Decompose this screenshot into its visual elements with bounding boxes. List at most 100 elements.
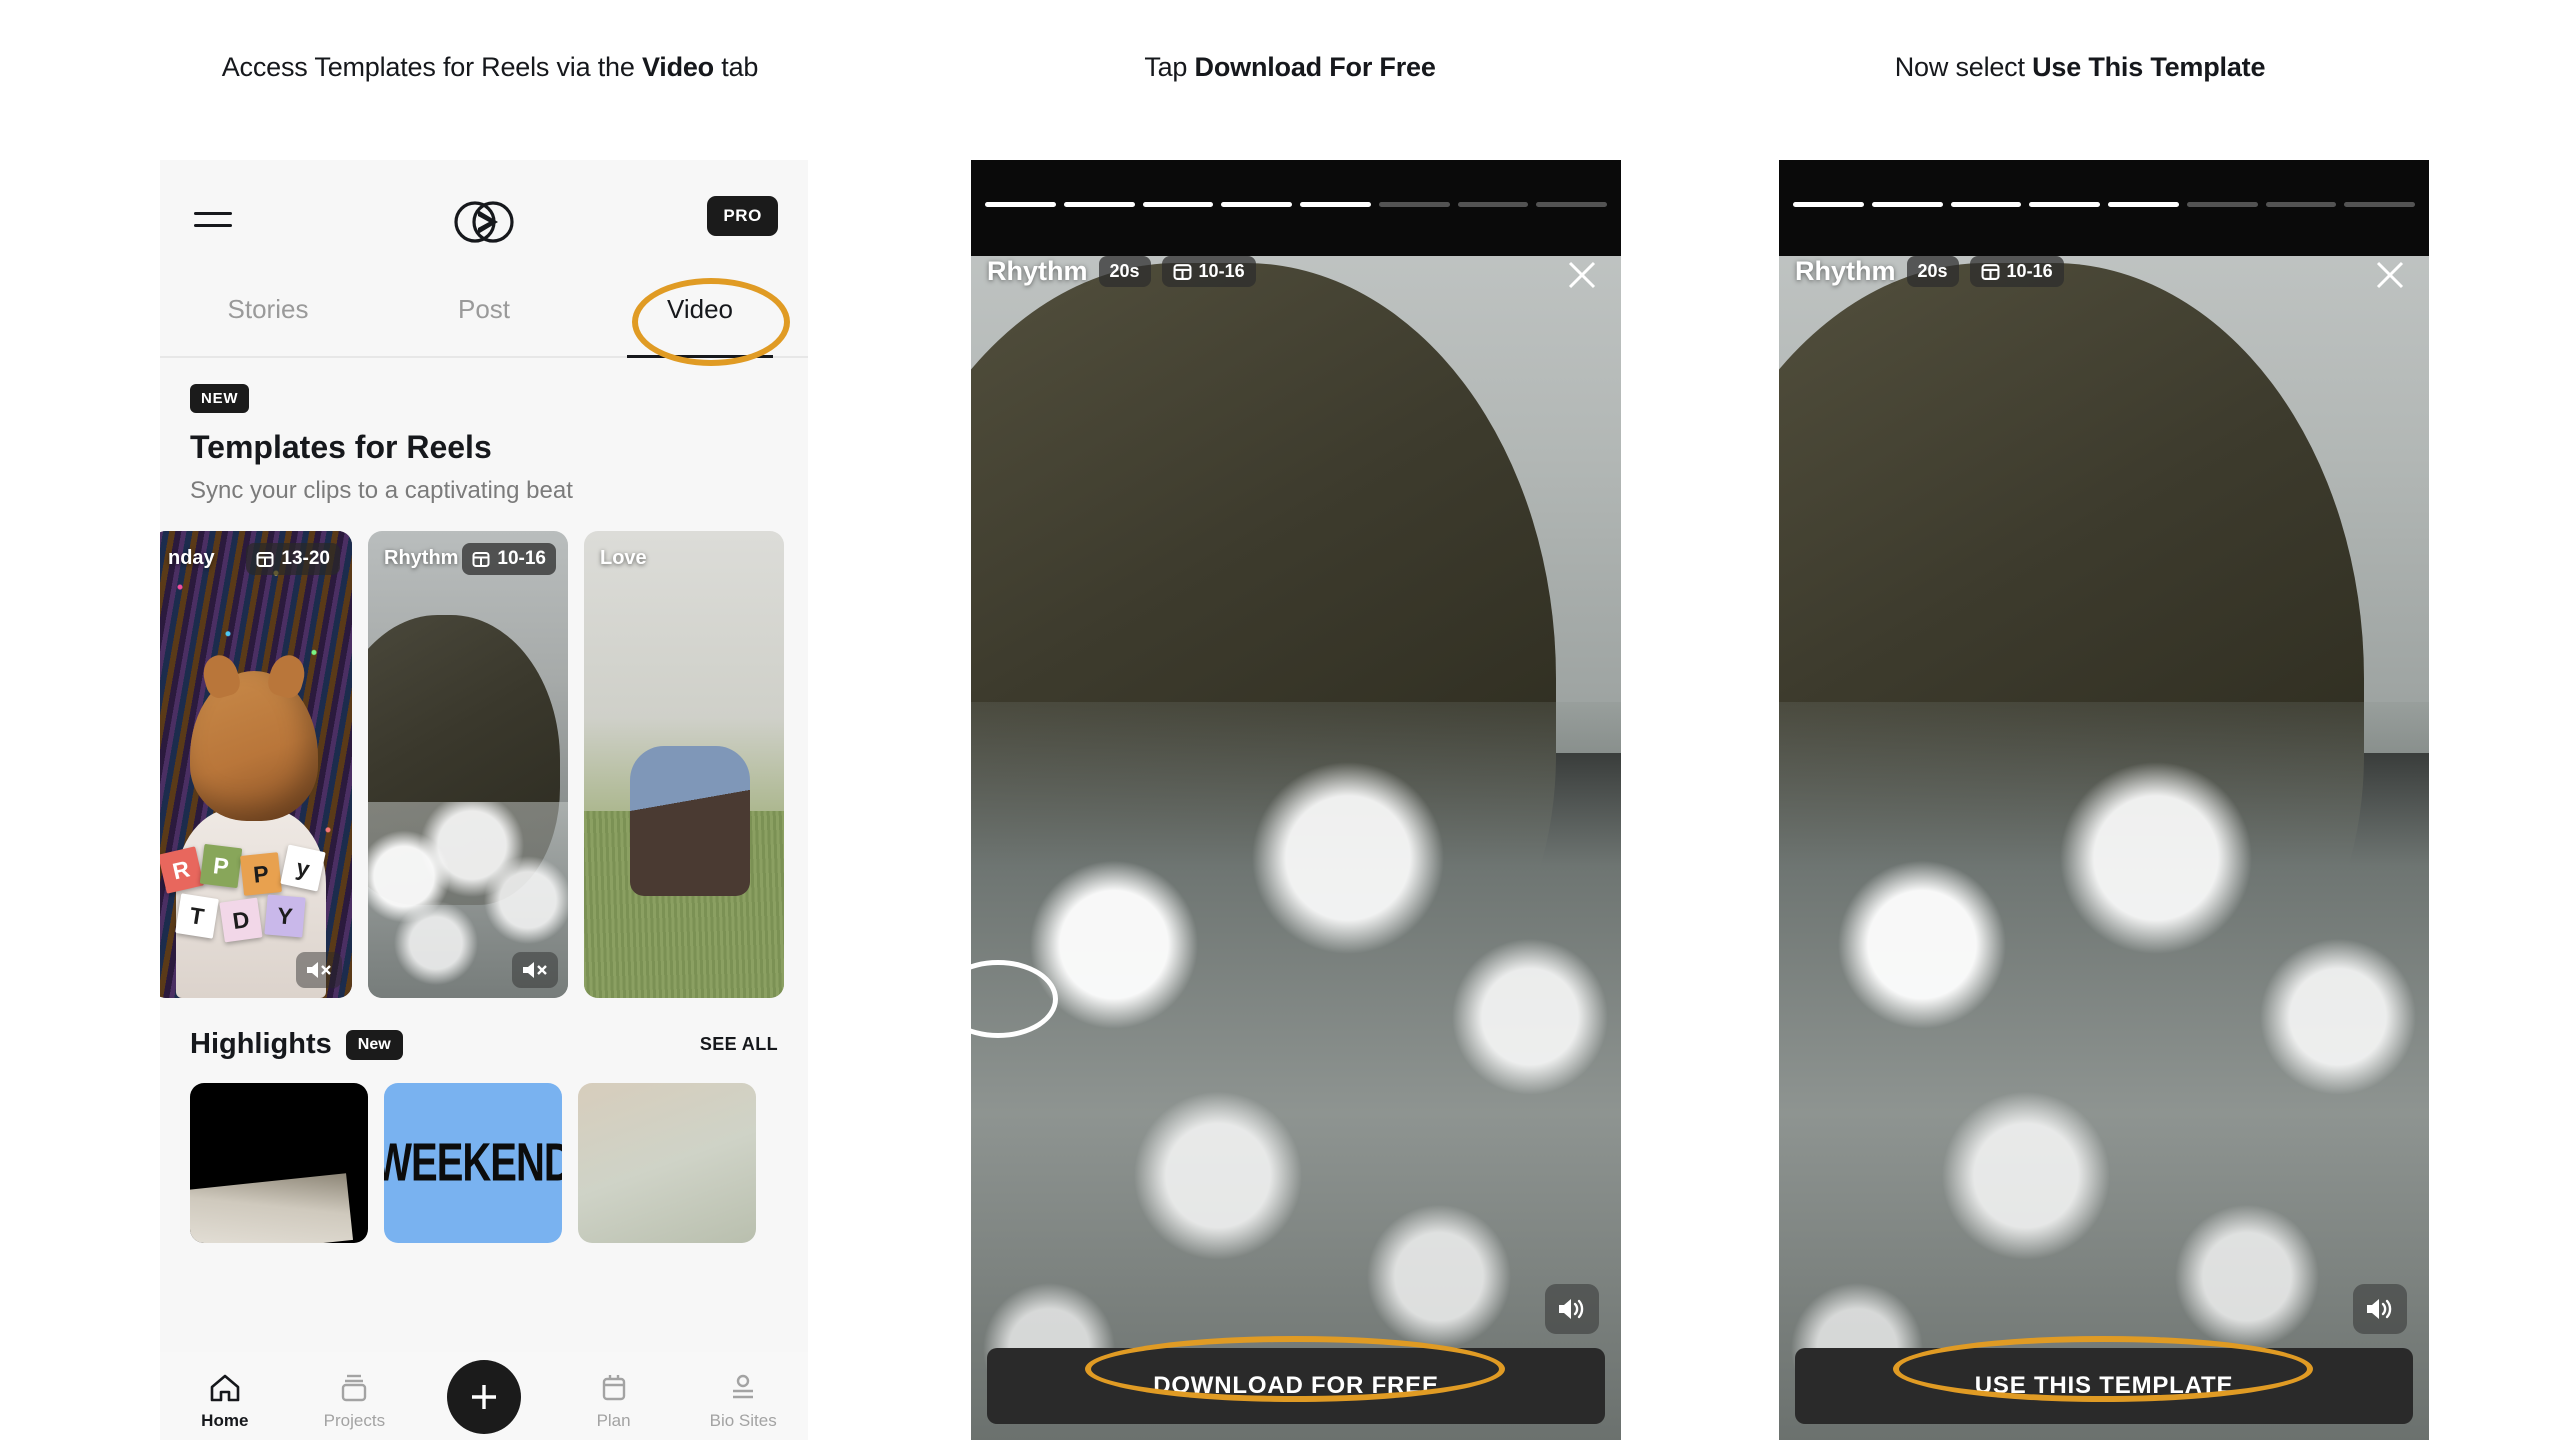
nav-item-create[interactable]	[419, 1360, 549, 1434]
clips-badge: 10-16	[1161, 256, 1256, 287]
volume-on-icon[interactable]	[1545, 1284, 1599, 1334]
caption-bold: Use This Template	[2032, 52, 2266, 82]
caption-text: Now select	[1894, 52, 2033, 82]
template-card-birthday[interactable]: RPPy TDY nday 13-20	[160, 531, 352, 998]
template-clip-count: 13-20	[246, 543, 340, 575]
tab-stories[interactable]: Stories	[160, 286, 376, 356]
app-logo-icon[interactable]	[453, 194, 515, 250]
nav-label: Plan	[596, 1410, 631, 1430]
highlights-title: Highlights	[190, 1028, 332, 1060]
clips-badge: 10-16	[1969, 256, 2064, 287]
template-preview-video[interactable]	[971, 160, 1621, 1440]
template-name: Rhythm	[384, 547, 459, 569]
duration-badge: 20s	[1098, 256, 1151, 287]
nav-item-bio-sites[interactable]: Bio Sites	[678, 1372, 808, 1431]
status-area	[971, 160, 1621, 256]
volume-on-icon[interactable]	[2353, 1284, 2407, 1334]
calendar-icon	[1981, 264, 2000, 280]
calendar-icon	[1173, 264, 1192, 280]
step-2-caption: Tap Download For Free	[980, 52, 1600, 83]
caption-text: Tap	[1144, 52, 1195, 82]
highlights-new-badge: New	[345, 1029, 403, 1060]
count-text: 13-20	[281, 548, 330, 569]
highlight-label: WEEKEND	[384, 1132, 562, 1193]
story-progress-bar	[1779, 202, 2429, 207]
highlights-header: Highlights New SEE ALL	[160, 998, 808, 1061]
nav-item-home[interactable]: Home	[160, 1372, 290, 1431]
calendar-icon	[256, 552, 274, 567]
progress-segment	[2265, 202, 2337, 207]
duration-text: 20s	[1109, 261, 1140, 281]
preview-header: Rhythm 20s 10-16	[1795, 256, 2064, 287]
use-this-template-button[interactable]: USE THIS TEMPLATE	[1795, 1348, 2413, 1424]
duration-text: 20s	[1917, 261, 1948, 281]
panel-template-preview-download: Rhythm 20s 10-16 DOWNLOAD FOR FREE	[971, 160, 1621, 1440]
template-card-love[interactable]: Love	[584, 531, 784, 998]
download-for-free-button[interactable]: DOWNLOAD FOR FREE	[987, 1348, 1605, 1424]
progress-segment	[985, 202, 1056, 207]
caption-text: Access Templates for Reels via the	[221, 52, 642, 82]
projects-icon	[342, 1374, 367, 1401]
calendar-icon	[472, 552, 490, 567]
progress-segment	[1457, 202, 1529, 207]
mute-icon[interactable]	[296, 952, 342, 988]
progress-segment	[2344, 202, 2415, 207]
clips-text: 10-16	[2006, 261, 2053, 281]
template-clip-count: 10-16	[462, 543, 556, 575]
nav-item-projects[interactable]: Projects	[290, 1372, 420, 1431]
step-3-caption: Now select Use This Template	[1600, 52, 2560, 83]
card-artwork	[584, 531, 784, 998]
highlight-card[interactable]	[190, 1083, 368, 1243]
progress-segment	[1142, 202, 1214, 207]
progress-segment	[2029, 202, 2100, 207]
duration-badge: 20s	[1906, 256, 1959, 287]
template-name: nday	[168, 547, 215, 569]
close-icon[interactable]	[1565, 258, 1599, 297]
hamburger-icon[interactable]	[194, 212, 232, 234]
progress-segment	[2186, 202, 2258, 207]
progress-segment	[1378, 202, 1450, 207]
story-progress-bar	[971, 202, 1621, 207]
highlight-card[interactable]	[578, 1083, 756, 1243]
nav-label: Home	[201, 1410, 249, 1430]
promo-title: Templates for Reels	[190, 429, 492, 465]
create-fab-button[interactable]	[446, 1360, 521, 1434]
close-icon[interactable]	[2373, 258, 2407, 297]
plus-icon	[471, 1385, 496, 1409]
progress-segment	[2108, 202, 2179, 207]
pro-badge[interactable]: PRO	[707, 196, 778, 236]
bio-sites-icon	[733, 1374, 754, 1398]
template-title: Rhythm	[1795, 256, 1896, 286]
caption-bold: Download For Free	[1194, 52, 1436, 82]
progress-segment	[1063, 202, 1135, 207]
template-carousel[interactable]: RPPy TDY nday 13-20 Rhythm 10-16 Love	[160, 505, 808, 998]
clips-text: 10-16	[1198, 261, 1245, 281]
caption-suffix: tab	[713, 52, 759, 82]
see-all-link[interactable]: SEE ALL	[700, 1034, 778, 1055]
templates-promo: NEW Templates for Reels Sync your clips …	[160, 358, 808, 505]
preview-header: Rhythm 20s 10-16	[987, 256, 1256, 287]
promo-subtitle: Sync your clips to a captivating beat	[190, 477, 573, 504]
panel-template-preview-use: Rhythm 20s 10-16 USE THIS TEMPLATE	[1779, 160, 2429, 1440]
template-title: Rhythm	[987, 256, 1088, 286]
new-badge: NEW	[190, 384, 250, 413]
tab-video[interactable]: Video	[592, 286, 808, 358]
template-preview-video[interactable]	[1779, 160, 2429, 1440]
card-artwork-detail: RPPy TDY	[160, 843, 344, 943]
highlights-carousel[interactable]: WEEKEND	[160, 1061, 808, 1243]
highlight-card[interactable]: WEEKEND	[384, 1083, 562, 1243]
step-1-caption: Access Templates for Reels via the Video…	[0, 52, 980, 83]
tab-post[interactable]: Post	[376, 286, 592, 356]
content-type-tabs: Stories Post Video	[160, 286, 808, 358]
status-area	[1779, 160, 2429, 256]
template-card-rhythm[interactable]: Rhythm 10-16	[368, 531, 568, 998]
card-artwork	[368, 531, 568, 998]
caption-bold: Video	[641, 52, 714, 82]
progress-segment	[1793, 202, 1864, 207]
progress-segment	[1300, 202, 1371, 207]
app-top-bar: PRO	[160, 160, 808, 286]
nav-item-plan[interactable]: Plan	[549, 1372, 679, 1431]
bottom-navigation: Home Projects Plan Bio Sites	[160, 1352, 808, 1440]
mute-icon[interactable]	[512, 952, 558, 988]
tutorial-screenshot: Access Templates for Reels via the Video…	[0, 0, 2560, 1440]
